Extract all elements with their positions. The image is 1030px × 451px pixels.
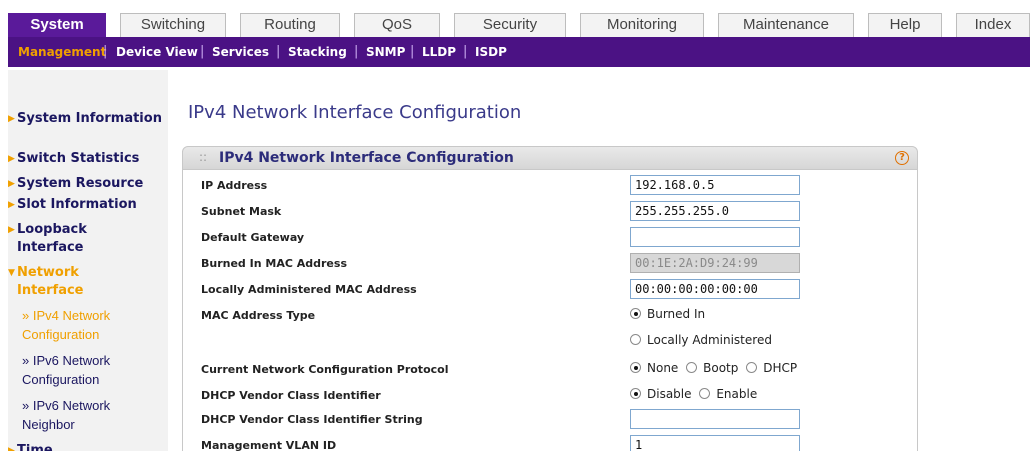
submenu-bar: Management | Device View | Services | St… [8,37,1030,67]
panel-body: IP Address 192.168.0.5 Subnet Mask 255.2… [182,170,918,451]
ip-address-input[interactable]: 192.168.0.5 [630,175,800,195]
submenu-separator: | [276,44,281,59]
tab-switching[interactable]: Switching [120,13,226,37]
grip-icon: :: [199,150,208,164]
tab-security[interactable]: Security [454,13,566,37]
submenu-device-view[interactable]: Device View [116,45,198,59]
chevron-right-icon: ▶ [8,154,15,164]
subnet-mask-input[interactable]: 255.255.255.0 [630,201,800,221]
nav-system-resource[interactable]: ▶ System Resource [8,175,166,193]
config-panel: :: IPv4 Network Interface Configuration … [182,146,918,451]
mac-type-burned-in-option[interactable]: Burned In [630,307,709,321]
tab-help[interactable]: Help [868,13,942,37]
management-vlan-id-label: Management VLAN ID [201,439,337,451]
submenu-separator: | [200,44,205,59]
panel-title: IPv4 Network Interface Configuration [219,150,514,166]
nav-time[interactable]: ▶ Time [8,442,166,451]
radio-none[interactable] [630,362,641,373]
radio-dhcp[interactable] [746,362,758,373]
nav-slot-information[interactable]: ▶ Slot Information [8,196,166,214]
ip-address-label: IP Address [201,179,268,192]
network-config-protocol-label: Current Network Configuration Protocol [201,363,449,376]
submenu-lldp[interactable]: LLDP [422,45,456,59]
submenu-isdp[interactable]: ISDP [475,45,507,59]
tab-maintenance[interactable]: Maintenance [718,13,854,37]
radio-burned-in[interactable] [630,308,641,319]
burned-in-mac-label: Burned In MAC Address [201,257,347,270]
tab-system[interactable]: System [8,13,106,37]
top-tab-bar: System Switching Routing QoS Security Mo… [8,0,1030,37]
mac-type-locally-administered-option[interactable]: Locally Administered [630,333,776,347]
default-gateway-label: Default Gateway [201,231,305,244]
subnet-mask-label: Subnet Mask [201,205,282,218]
chevron-right-icon: ▶ [8,179,15,189]
submenu-services[interactable]: Services [212,45,269,59]
help-icon[interactable]: ? [895,151,909,165]
chevron-right-icon: ▶ [8,446,15,451]
page-title: IPv4 Network Interface Configuration [188,102,522,123]
dhcp-vendor-class-string-label: DHCP Vendor Class Identifier String [201,413,423,426]
submenu-separator: | [463,44,468,59]
tab-monitoring[interactable]: Monitoring [580,13,704,37]
submenu-separator: | [410,44,415,59]
submenu-separator: | [103,44,108,59]
chevron-right-icon: ▶ [8,200,15,210]
chevron-right-icon: ▶ [8,114,15,124]
submenu-separator: | [354,44,359,59]
nav-system-information[interactable]: ▶ System Information [8,110,166,128]
submenu-management[interactable]: Management [18,45,106,59]
locally-administered-mac-label: Locally Administered MAC Address [201,283,417,296]
chevron-down-icon: ▼ [8,268,15,278]
radio-disable[interactable] [630,388,641,399]
tab-qos[interactable]: QoS [354,13,440,37]
nav-ipv4-network-configuration[interactable]: » IPv4 Network Configuration [22,306,152,344]
nav-loopback-interface[interactable]: ▶ Loopback Interface [8,221,128,257]
radio-enable[interactable] [699,388,711,399]
chevron-right-icon: ▶ [8,225,15,235]
tab-index[interactable]: Index [956,13,1030,37]
nav-ipv6-network-neighbor[interactable]: » IPv6 Network Neighbor [22,396,152,434]
default-gateway-input[interactable] [630,227,800,247]
dhcp-vendor-class-string-input[interactable] [630,409,800,429]
nav-ipv6-network-configuration[interactable]: » IPv6 Network Configuration [22,351,152,389]
mac-address-type-label: MAC Address Type [201,309,316,322]
nav-network-interface[interactable]: ▼ Network Interface [8,264,118,300]
dhcp-vendor-class-options: Disable Enable [630,387,761,401]
locally-administered-mac-input[interactable]: 00:00:00:00:00:00 [630,279,800,299]
burned-in-mac-field: 00:1E:2A:D9:24:99 [630,253,800,273]
radio-bootp[interactable] [686,362,698,373]
radio-locally-administered[interactable] [630,334,641,345]
management-vlan-id-input[interactable]: 1 [630,435,800,451]
panel-header: :: IPv4 Network Interface Configuration … [182,146,918,170]
submenu-stacking[interactable]: Stacking [288,45,347,59]
network-protocol-options: None Bootp DHCP [630,361,801,375]
dhcp-vendor-class-label: DHCP Vendor Class Identifier [201,389,381,402]
tab-routing[interactable]: Routing [240,13,340,37]
submenu-snmp[interactable]: SNMP [366,45,405,59]
nav-switch-statistics[interactable]: ▶ Switch Statistics [8,150,166,168]
left-nav: ▶ System Information ▶ Switch Statistics… [8,70,168,451]
